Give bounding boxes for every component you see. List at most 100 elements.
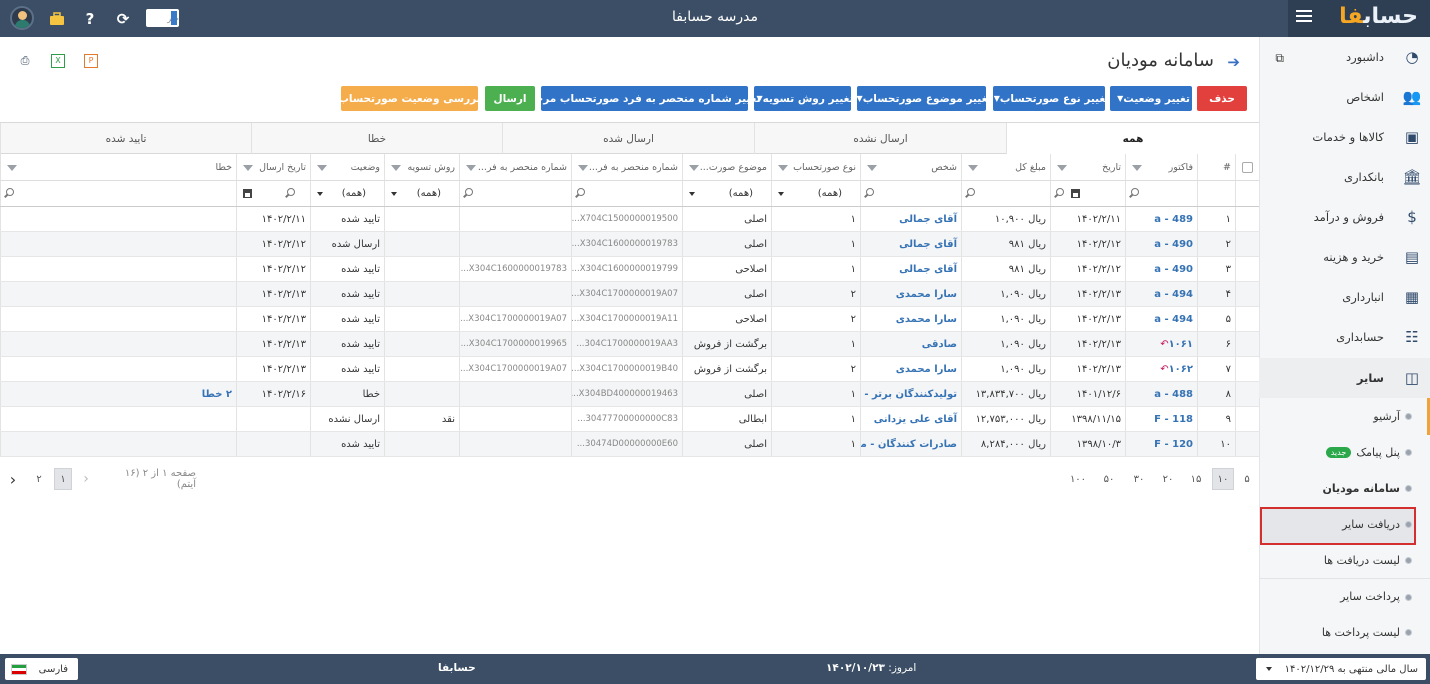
filter-icon[interactable]	[243, 165, 253, 171]
back-arrow-icon[interactable]: ➔	[1227, 53, 1240, 71]
cell-error[interactable]	[0, 407, 236, 431]
page-size-15[interactable]: ۱۵	[1186, 468, 1206, 490]
column-header[interactable]: تاریخ	[1050, 154, 1125, 180]
cell-inv[interactable]: F - 118	[1125, 407, 1197, 431]
filter-cell[interactable]	[1125, 181, 1197, 206]
cell-inv[interactable]: a - 490	[1125, 257, 1197, 281]
column-header[interactable]: نوع صورتحساب	[771, 154, 860, 180]
filter-icon[interactable]	[867, 165, 877, 171]
calendar-icon[interactable]	[243, 189, 252, 198]
sidebar-item-dashboard[interactable]: ◔ داشبورد	[1259, 37, 1430, 77]
filter-icon[interactable]	[1132, 165, 1142, 171]
filter-icon[interactable]	[391, 165, 401, 171]
change-invoice-type-button[interactable]: تغییر نوع صورتحساب ▼	[993, 86, 1109, 111]
sidebar-sub-sms-panel[interactable]: پنل پیامک جدید	[1259, 434, 1430, 470]
cell-chk[interactable]	[1235, 307, 1259, 331]
column-header[interactable]: فاکتور	[1125, 154, 1197, 180]
filter-cell[interactable]: (همه)	[771, 181, 860, 206]
sidebar-item-sales[interactable]: $ فروش و درآمد	[1259, 197, 1430, 237]
cell-error[interactable]	[0, 307, 236, 331]
filter-cell[interactable]	[1235, 181, 1259, 206]
filter-icon[interactable]	[7, 165, 17, 171]
table-row[interactable]: ۴a - 494 ۱۴۰۲/۲/۱۳ ریال ۱,۰۹۰ سارا محمدی ۲ اص…	[0, 282, 1259, 307]
refresh-icon[interactable]: ⟳	[112, 8, 134, 30]
column-header[interactable]: مبلغ کل	[961, 154, 1050, 180]
cell-error[interactable]	[0, 332, 236, 356]
language-select[interactable]: فارسی	[5, 658, 78, 680]
fiscal-year-select[interactable]: سال مالی منتهی به ۱۴۰۲/۱۲/۲۹	[1256, 658, 1426, 680]
avatar-icon[interactable]	[10, 6, 34, 30]
cell-inv[interactable]: a - 494	[1125, 282, 1197, 306]
sidebar-item-other[interactable]: ◫ سایر	[1259, 358, 1430, 398]
cell-chk[interactable]	[1235, 232, 1259, 256]
news-toggle[interactable]: خبر	[146, 9, 179, 27]
filter-cell[interactable]	[1197, 181, 1235, 206]
check-status-button[interactable]: بررسی وضعیت صورتحساب	[338, 86, 481, 111]
table-row[interactable]: ۲a - 490 ۱۴۰۲/۲/۱۲ ریال ۹۸۱ آقای جمالی ۱ اصلی…	[0, 232, 1259, 257]
cell-chk[interactable]	[1235, 282, 1259, 306]
sidebar-sub-taxpayer-system[interactable]: سامانه مودیان	[1259, 470, 1430, 506]
filter-cell[interactable]: (همه)	[682, 181, 771, 206]
table-row[interactable]: ۱۰ F - 120 ۱۳۹۸/۱۰/۳ ریال ۸,۲۸۴,۰۰۰ صادرات ک…	[0, 432, 1259, 457]
page-size-50[interactable]: ۵۰	[1099, 468, 1119, 490]
column-header[interactable]: وضعیت	[310, 154, 384, 180]
cell-inv[interactable]: a - 494	[1125, 307, 1197, 331]
cell-error[interactable]	[0, 232, 236, 256]
table-row[interactable]: ۸a - 488 ۱۴۰۱/۱۲/۶ ریال ۱۳,۸۳۴,۷۰۰ تولیدکنن…	[0, 382, 1259, 407]
cell-person[interactable]: آقای جمالی	[860, 207, 961, 231]
cell-inv[interactable]: a - 488	[1125, 382, 1197, 406]
sidebar-item-products[interactable]: ▣ کالاها و خدمات	[1259, 117, 1430, 157]
cell-inv[interactable]: a - 490	[1125, 232, 1197, 256]
cell-chk[interactable]	[1235, 407, 1259, 431]
cell-chk[interactable]	[1235, 257, 1259, 281]
cell-inv[interactable]: F - 120	[1125, 432, 1197, 456]
sidebar-item-purchase[interactable]: ▤ خرید و هزینه	[1259, 237, 1430, 277]
page-2[interactable]: ۲	[30, 468, 48, 490]
column-header[interactable]: شماره منحصر به فر...	[459, 154, 571, 180]
filter-cell[interactable]	[860, 181, 961, 206]
cell-inv[interactable]: ۱۰۶۱ ↶	[1125, 332, 1197, 356]
table-row[interactable]: ۱a - 489 ۱۴۰۲/۲/۱۱ ریال ۱۰,۹۰۰ آقای جمالی ۱ ا…	[0, 207, 1259, 232]
cell-error[interactable]	[0, 357, 236, 381]
filter-icon[interactable]	[1057, 165, 1067, 171]
page-size-10[interactable]: ۱۰	[1212, 468, 1234, 490]
select-all-checkbox[interactable]	[1242, 161, 1253, 173]
cell-person[interactable]: صادرات کنندگان - مهـ	[860, 432, 961, 456]
column-header[interactable]	[1235, 154, 1259, 180]
delete-button[interactable]: حذف	[1197, 86, 1247, 111]
column-header[interactable]: #	[1197, 154, 1235, 180]
cell-error[interactable]: ۲ خطا	[0, 382, 236, 406]
cell-person[interactable]: سارا محمدی	[860, 307, 961, 331]
cell-person[interactable]: صادقی	[860, 332, 961, 356]
sidebar-item-people[interactable]: 👥 اشخاص	[1259, 77, 1430, 117]
filter-cell[interactable]	[459, 181, 571, 206]
tab-error[interactable]: خطا	[251, 123, 502, 154]
help-icon[interactable]: ?	[79, 8, 101, 30]
column-header[interactable]: موضوع صورت...	[682, 154, 771, 180]
filter-icon[interactable]	[317, 165, 327, 171]
sidebar-sub-other-payments[interactable]: پرداخت سایر	[1259, 578, 1430, 614]
tab-sent[interactable]: ارسال شده	[502, 123, 754, 154]
tab-approved[interactable]: تایید شده	[0, 123, 251, 154]
cell-person[interactable]: تولیدکنندگان برتر - مهـ	[860, 382, 961, 406]
filter-icon[interactable]	[578, 165, 588, 171]
filter-cell[interactable]	[1050, 181, 1125, 206]
cell-inv[interactable]: ۱۰۶۲ ↶	[1125, 357, 1197, 381]
app-logo[interactable]: حسابفا	[1339, 4, 1418, 29]
cell-person[interactable]: آقای علی یزدانی	[860, 407, 961, 431]
column-header[interactable]: روش تسویه	[384, 154, 459, 180]
cell-chk[interactable]	[1235, 382, 1259, 406]
change-invoice-subject-button[interactable]: تغییر موضوع صورتحساب ▼	[857, 86, 991, 111]
briefcase-icon[interactable]	[46, 8, 68, 30]
table-row[interactable]: ۳a - 490 ۱۴۰۲/۲/۱۲ ریال ۹۸۱ آقای جمالی ۱ اصلا…	[0, 257, 1259, 282]
filter-icon[interactable]	[689, 165, 699, 171]
cell-error[interactable]	[0, 282, 236, 306]
filter-icon[interactable]	[968, 165, 978, 171]
column-header[interactable]: شخص	[860, 154, 961, 180]
cell-error[interactable]	[0, 207, 236, 231]
filter-icon[interactable]	[778, 165, 788, 171]
hamburger-menu-icon[interactable]	[1296, 10, 1312, 24]
sidebar-sub-other-receipts[interactable]: دریافت سایر	[1259, 506, 1430, 542]
excel-icon[interactable]: X	[51, 54, 65, 68]
page-size-5[interactable]: ۵	[1237, 468, 1257, 490]
